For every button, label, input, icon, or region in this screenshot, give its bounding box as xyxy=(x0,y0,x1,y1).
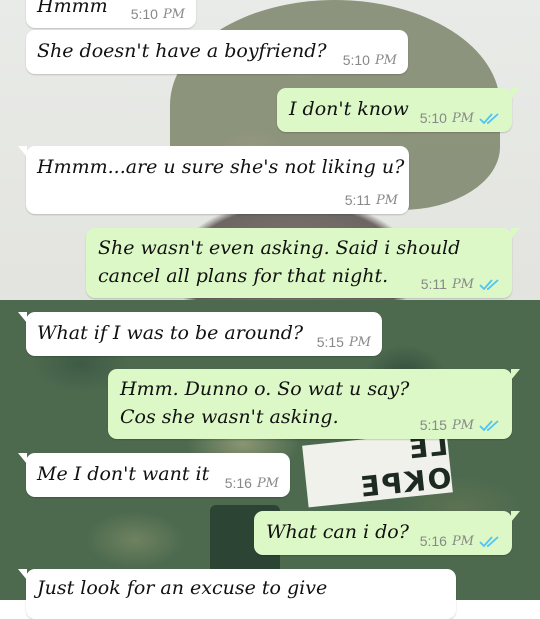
message-time: 5:10 xyxy=(419,110,447,126)
message-text: Hmmm xyxy=(37,0,108,17)
message-meta: 5:16 PM xyxy=(225,475,279,491)
message-text: What can i do? xyxy=(266,521,409,543)
message-bubble-incoming[interactable]: What if I was to be around? 5:15 PM xyxy=(18,312,382,356)
message-time: 5:16 xyxy=(224,475,252,491)
message-text: She doesn't have a boyfriend? xyxy=(37,40,327,62)
message-text: I don't know xyxy=(289,98,409,120)
message-meta: 5:10 PM xyxy=(131,6,185,22)
message-text: Just look for an excuse to give xyxy=(37,577,328,599)
message-time: 5:11 xyxy=(344,192,371,208)
message-text-line-1: She wasn't even asking. Said i should xyxy=(98,237,461,259)
message-bubble-incoming[interactable]: Hmmm 5:10 PM xyxy=(26,0,196,28)
message-text-line-2: Cos she wasn't asking. xyxy=(120,406,339,428)
message-time: 5:15 xyxy=(419,417,447,433)
message-ampm: PM xyxy=(451,276,474,292)
double-check-read-icon xyxy=(479,278,501,291)
message-bubble-incoming[interactable]: She doesn't have a boyfriend? 5:10 PM xyxy=(26,30,408,74)
message-ampm: PM xyxy=(451,417,474,433)
double-check-read-icon xyxy=(479,112,501,125)
message-ampm: PM xyxy=(375,192,398,208)
message-bubble-outgoing[interactable]: I don't know 5:10 PM xyxy=(277,88,520,132)
message-meta: 5:15 PM xyxy=(420,417,501,433)
message-time: 5:15 xyxy=(316,334,344,350)
message-time: 5:16 xyxy=(419,533,447,549)
chat-message-list[interactable]: Hmmm 5:10 PM She doesn't have a boyfriend… xyxy=(0,0,540,619)
message-ampm: PM xyxy=(374,52,397,68)
message-meta: 5:15 PM xyxy=(317,334,371,350)
message-meta: 5:10 PM xyxy=(343,52,397,68)
message-bubble-incoming[interactable]: Hmmm...are u sure she's not liking u? 5:… xyxy=(18,146,409,214)
message-time: 5:10 xyxy=(130,6,158,22)
message-text-line-2: cancel all plans for that night. xyxy=(98,265,389,287)
message-bubble-outgoing[interactable]: Hmm. Dunno o. So wat u say? Cos she wasn… xyxy=(108,369,520,439)
message-meta: 5:11 PM xyxy=(421,276,501,292)
message-time: 5:10 xyxy=(342,52,370,68)
message-bubble-outgoing[interactable]: She wasn't even asking. Said i should ca… xyxy=(86,228,520,298)
message-ampm: PM xyxy=(451,533,474,549)
message-bubble-outgoing[interactable]: What can i do? 5:16 PM xyxy=(254,511,520,555)
double-check-read-icon xyxy=(479,419,501,432)
message-text: Me I don't want it xyxy=(37,463,210,485)
message-ampm: PM xyxy=(348,334,371,350)
message-text: Hmmm...are u sure she's not liking u? xyxy=(37,156,405,178)
message-meta: 5:10 PM xyxy=(420,110,501,126)
message-bubble-incoming[interactable]: Me I don't want it 5:16 PM xyxy=(18,453,290,497)
message-text: What if I was to be around? xyxy=(37,322,304,344)
double-check-read-icon xyxy=(479,535,501,548)
message-meta: 5:16 PM xyxy=(420,533,501,549)
message-time: 5:11 xyxy=(420,276,447,292)
message-text-line-1: Hmm. Dunno o. So wat u say? xyxy=(120,378,410,400)
message-ampm: PM xyxy=(451,110,474,126)
message-ampm: PM xyxy=(256,475,279,491)
message-ampm: PM xyxy=(162,6,185,22)
message-meta: 5:11 PM xyxy=(345,192,398,208)
message-bubble-incoming[interactable]: Just look for an excuse to give xyxy=(18,569,456,619)
